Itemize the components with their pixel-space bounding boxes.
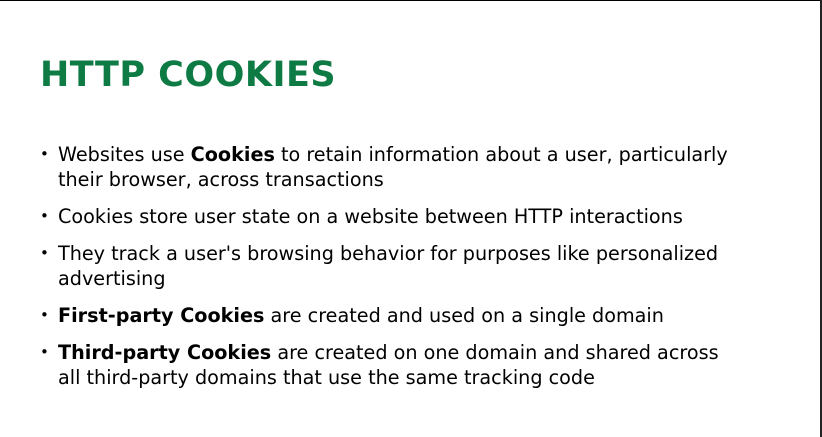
bullet-text: Cookies store user state on a website be… bbox=[58, 205, 683, 228]
bold-term: Third-party Cookies bbox=[58, 341, 272, 364]
bullet-item-third-party: • Third-party Cookies are created on one… bbox=[40, 340, 812, 390]
bullet-text: First-party Cookies are created and used… bbox=[58, 304, 664, 327]
bullet-item-tracking: • They track a user's browsing behavior … bbox=[40, 241, 812, 291]
bullet-dot-icon: • bbox=[40, 306, 49, 324]
bullet-text: Third-party Cookies are created on one d… bbox=[58, 341, 719, 389]
bullet-item-user-state: • Cookies store user state on a website … bbox=[40, 204, 812, 229]
bullet-dot-icon: • bbox=[40, 207, 49, 225]
bullet-list: • Websites use Cookies to retain informa… bbox=[40, 142, 812, 402]
bullet-text: Websites use Cookies to retain informati… bbox=[58, 143, 728, 191]
bullet-dot-icon: • bbox=[40, 244, 49, 262]
bullet-dot-icon: • bbox=[40, 145, 49, 163]
bullet-item-first-party: • First-party Cookies are created and us… bbox=[40, 303, 812, 328]
bold-term: First-party Cookies bbox=[58, 304, 265, 327]
bold-term: Cookies bbox=[190, 143, 275, 166]
slide-title: HTTP COOKIES bbox=[40, 55, 337, 95]
bullet-text: They track a user's browsing behavior fo… bbox=[58, 242, 719, 290]
bullet-item-cookies-definition: • Websites use Cookies to retain informa… bbox=[40, 142, 812, 192]
top-border bbox=[0, 0, 822, 1]
bullet-dot-icon: • bbox=[40, 343, 49, 361]
